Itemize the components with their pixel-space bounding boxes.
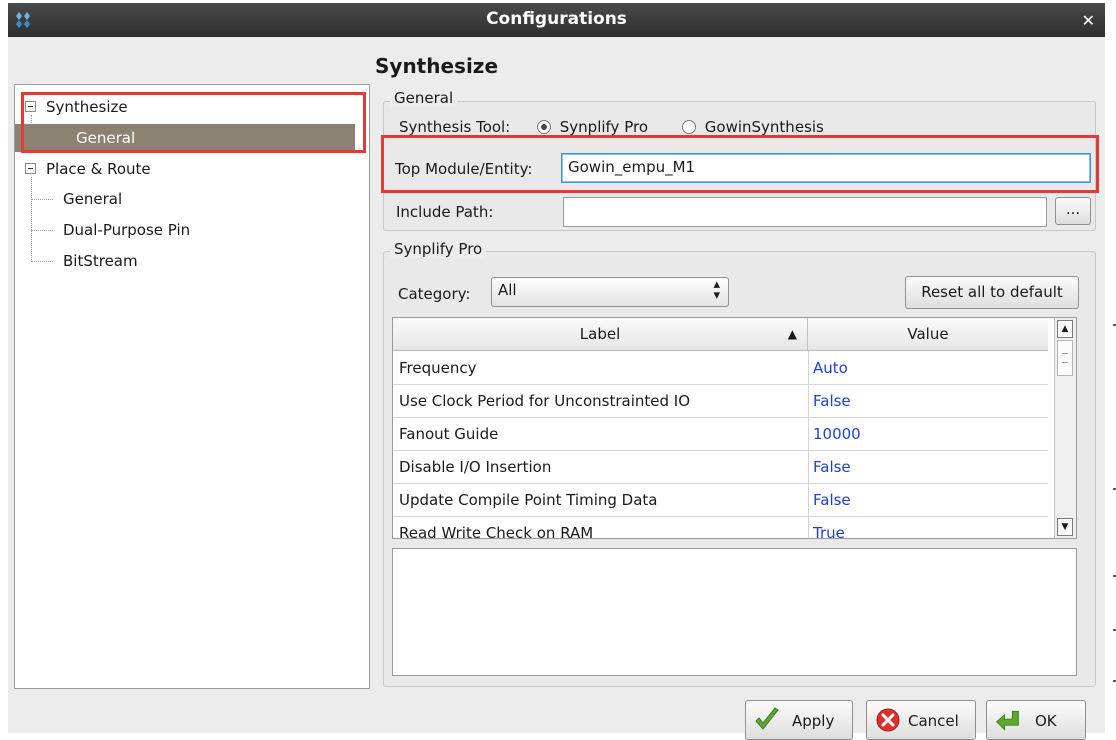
checkmark-icon	[755, 707, 779, 730]
tree-item-label: General	[76, 129, 136, 147]
cancel-button-label: Cancel	[908, 712, 959, 730]
tree-item-label: Synthesize	[46, 98, 128, 116]
tree-item-label: Dual-Purpose Pin	[63, 221, 191, 239]
category-select[interactable]: All ▴ ▾	[491, 277, 729, 307]
property-label: Update Compile Point Timing Data	[399, 491, 658, 509]
close-icon[interactable]: ✕	[1082, 11, 1095, 30]
radio-synplify-pro-label: Synplify Pro	[559, 118, 649, 136]
property-label: Disable I/O Insertion	[399, 458, 552, 476]
tree-item-place-route-general[interactable]: General	[15, 185, 355, 213]
updown-arrows-icon: ▴ ▾	[713, 277, 720, 303]
cancel-icon	[876, 708, 900, 732]
browse-button[interactable]: ...	[1055, 197, 1091, 225]
category-label: Category:	[398, 285, 471, 303]
table-row[interactable]: Disable I/O Insertion False	[393, 451, 1048, 484]
include-path-input[interactable]	[563, 197, 1047, 227]
table-header: Label ▲ Value	[393, 318, 1048, 351]
property-value[interactable]: True	[813, 517, 1043, 538]
category-select-value: All	[498, 281, 517, 299]
table-row[interactable]: Read Write Check on RAM True	[393, 517, 1048, 539]
tree-item-bitstream[interactable]: BitStream	[15, 247, 355, 275]
synplify-pro-group-title: Synplify Pro	[390, 240, 487, 258]
radio-gowinsynthesis[interactable]: GowinSynthesis	[682, 118, 824, 136]
property-value[interactable]: Auto	[813, 352, 1043, 385]
table-row[interactable]: Use Clock Period for Unconstrainted IO F…	[393, 385, 1048, 418]
column-header-label[interactable]: Label ▲	[393, 318, 808, 351]
column-header-value[interactable]: Value	[808, 318, 1048, 351]
ok-button[interactable]: OK	[986, 700, 1086, 740]
property-label: Read Write Check on RAM	[399, 524, 594, 539]
apply-button[interactable]: Apply	[745, 700, 853, 740]
collapse-icon[interactable]	[25, 163, 36, 174]
include-path-label: Include Path:	[396, 203, 494, 221]
table-row[interactable]: Fanout Guide 10000	[393, 418, 1048, 451]
tree-item-synthesize[interactable]: Synthesize	[15, 93, 355, 121]
apply-button-label: Apply	[792, 712, 835, 730]
table-row[interactable]: Frequency Auto	[393, 352, 1048, 385]
title-bar: Configurations ✕	[8, 3, 1105, 37]
table-row[interactable]: Update Compile Point Timing Data False	[393, 484, 1048, 517]
tree-item-dual-purpose-pin[interactable]: Dual-Purpose Pin	[15, 216, 355, 244]
column-header-label-text: Label	[579, 325, 621, 343]
tree-item-synthesize-general[interactable]: General	[15, 124, 355, 152]
property-value[interactable]: False	[813, 385, 1043, 418]
scroll-thumb[interactable]	[1057, 340, 1073, 376]
settings-tree[interactable]: Synthesize General Place & Route General…	[14, 84, 370, 689]
tree-item-place-route[interactable]: Place & Route	[15, 155, 355, 183]
top-module-label: Top Module/Entity:	[395, 160, 533, 178]
tree-item-label: General	[63, 190, 123, 208]
property-label: Frequency	[399, 359, 477, 377]
property-value[interactable]: False	[813, 484, 1043, 517]
reset-all-button[interactable]: Reset all to default	[905, 276, 1079, 309]
property-value[interactable]: False	[813, 451, 1043, 484]
sort-ascending-icon: ▲	[787, 327, 797, 341]
property-label: Use Clock Period for Unconstrainted IO	[399, 392, 691, 410]
table-scrollbar[interactable]: ▲ ▼	[1054, 318, 1076, 538]
property-description-box	[392, 548, 1077, 676]
window-title: Configurations	[486, 9, 627, 29]
tree-item-label: Place & Route	[46, 160, 151, 178]
property-label: Fanout Guide	[399, 425, 499, 443]
page-title: Synthesize	[375, 54, 499, 78]
top-module-input[interactable]: Gowin_empu_M1	[561, 153, 1091, 183]
general-group-title: General	[390, 89, 458, 107]
radio-unselected-icon[interactable]	[682, 120, 696, 134]
cancel-button[interactable]: Cancel	[866, 700, 976, 740]
tree-item-label: BitStream	[63, 252, 138, 270]
property-value[interactable]: 10000	[813, 418, 1043, 451]
radio-selected-icon[interactable]	[537, 120, 551, 134]
enter-arrow-icon	[996, 710, 1019, 731]
ok-button-label: OK	[1035, 712, 1057, 730]
radio-synplify-pro[interactable]: Synplify Pro	[537, 118, 648, 136]
synthesis-tool-label: Synthesis Tool:	[399, 118, 511, 136]
radio-gowinsynthesis-label: GowinSynthesis	[704, 118, 824, 136]
collapse-icon[interactable]	[25, 101, 36, 112]
scroll-down-icon[interactable]: ▼	[1057, 518, 1073, 536]
scroll-up-icon[interactable]: ▲	[1057, 320, 1073, 338]
properties-table[interactable]: Label ▲ Value Frequency Auto Use Clock P…	[392, 317, 1077, 539]
